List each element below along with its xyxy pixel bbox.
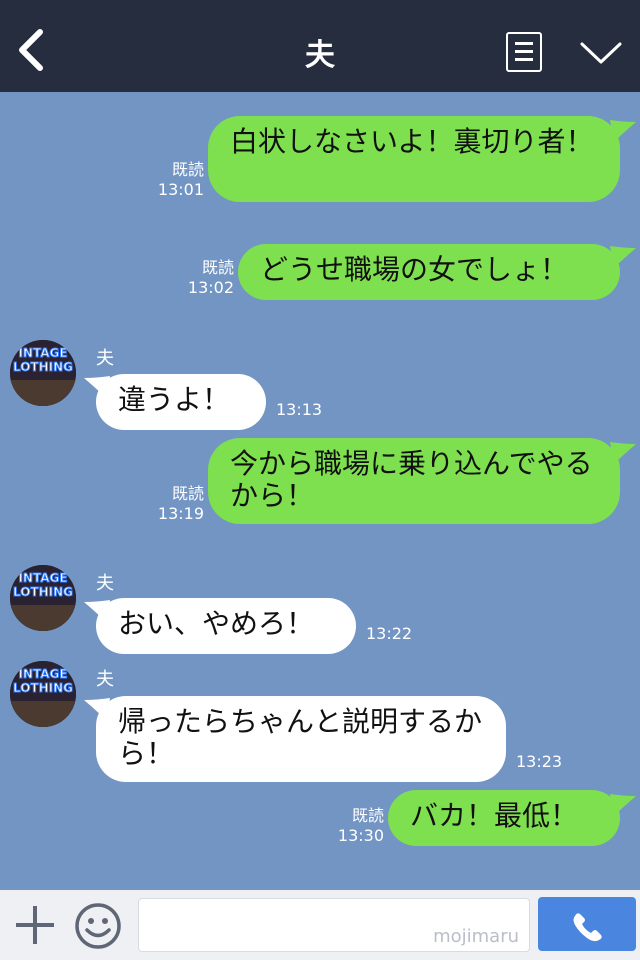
message-text: 違うよ！ <box>118 383 231 416</box>
bubble-tail <box>610 794 636 816</box>
watermark: mojimaru <box>433 926 519 947</box>
message-bubble-sent[interactable]: バカ！最低！ <box>388 790 620 846</box>
svg-text:INTAGE: INTAGE <box>18 346 67 360</box>
message-time: 13:02 <box>187 278 234 297</box>
avatar[interactable]: INTAGE LOTHING <box>10 661 76 727</box>
message-time: 13:30 <box>337 826 384 845</box>
read-receipt: 既読 <box>351 806 384 825</box>
message-meta: 既読 13:19 <box>150 484 204 524</box>
read-receipt: 既読 <box>171 484 204 503</box>
read-receipt: 既読 <box>171 160 204 179</box>
message-bubble-sent[interactable]: 白状しなさいよ！裏切り者！ <box>208 116 620 202</box>
svg-text:INTAGE: INTAGE <box>18 571 67 585</box>
message-time: 13:01 <box>157 180 204 199</box>
message-bubble-received[interactable]: おい、やめろ！ <box>96 598 356 654</box>
sender-name: 夫 <box>96 669 114 690</box>
input-bar: mojimaru <box>0 890 640 960</box>
smiley-icon[interactable] <box>74 902 122 950</box>
message-input[interactable]: mojimaru <box>138 898 530 952</box>
chat-header: 夫 <box>0 0 640 92</box>
chat-title: 夫 <box>305 38 335 73</box>
bubble-tail <box>610 246 636 268</box>
list-menu-icon[interactable] <box>506 32 542 72</box>
bubble-tail <box>610 442 636 464</box>
avatar[interactable]: INTAGE LOTHING <box>10 340 76 406</box>
sender-name: 夫 <box>96 573 114 594</box>
avatar-image: INTAGE LOTHING <box>10 340 76 406</box>
plus-icon[interactable] <box>14 904 56 946</box>
svg-text:LOTHING: LOTHING <box>13 585 73 599</box>
message-text: どうせ職場の女でしょ！ <box>260 253 569 286</box>
call-button[interactable] <box>538 897 636 951</box>
message-bubble-received[interactable]: 帰ったらちゃんと説明するから！ <box>96 696 506 782</box>
svg-text:INTAGE: INTAGE <box>18 667 67 681</box>
message-time: 13:19 <box>157 504 204 523</box>
message-time: 13:23 <box>516 752 563 771</box>
message-bubble-received[interactable]: 違うよ！ <box>96 374 266 430</box>
message-text: おい、やめろ！ <box>118 607 315 640</box>
message-text: バカ！最低！ <box>410 799 579 832</box>
svg-text:LOTHING: LOTHING <box>13 681 73 695</box>
avatar-image: INTAGE LOTHING <box>10 661 76 727</box>
phone-icon <box>573 913 602 942</box>
sender-name: 夫 <box>96 348 114 369</box>
message-bubble-sent[interactable]: どうせ職場の女でしょ！ <box>238 244 620 300</box>
avatar-image: INTAGE LOTHING <box>10 565 76 631</box>
message-text: 今から職場に乗り込んでやるから！ <box>230 447 593 512</box>
message-meta: 既読 13:01 <box>150 160 204 200</box>
read-receipt: 既読 <box>201 258 234 277</box>
message-bubble-sent[interactable]: 今から職場に乗り込んでやるから！ <box>208 438 620 524</box>
avatar[interactable]: INTAGE LOTHING <box>10 565 76 631</box>
svg-text:LOTHING: LOTHING <box>13 360 73 374</box>
message-time: 13:13 <box>276 400 323 419</box>
message-time: 13:22 <box>366 624 413 643</box>
message-meta: 既読 13:02 <box>180 258 234 298</box>
message-meta: 既読 13:30 <box>330 806 384 846</box>
message-text: 白状しなさいよ！裏切り者！ <box>230 125 594 158</box>
chevron-down-icon[interactable] <box>578 40 624 68</box>
message-text: 帰ったらちゃんと説明するから！ <box>118 705 483 770</box>
bubble-tail <box>610 120 636 142</box>
